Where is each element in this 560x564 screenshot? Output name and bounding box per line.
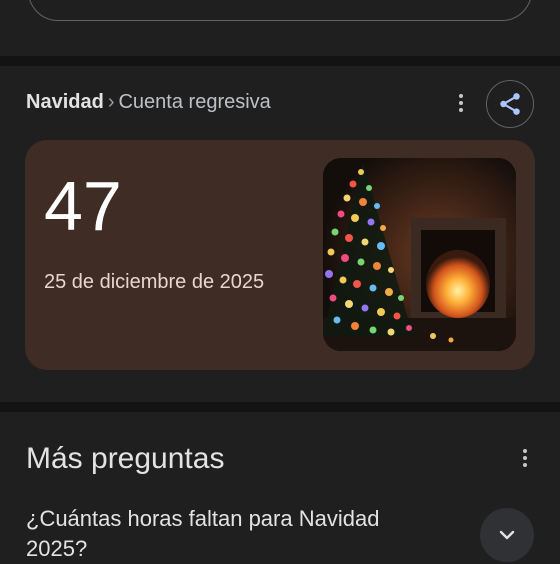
days-remaining: 47 <box>44 167 122 245</box>
question-item[interactable]: ¿Cuántas horas faltan para Navidad 2025? <box>26 504 446 564</box>
target-date: 25 de diciembre de 2025 <box>44 271 265 293</box>
breadcrumb-separator: › <box>107 91 115 113</box>
search-area <box>0 0 560 56</box>
breadcrumb-countdown[interactable]: Cuenta regresiva <box>118 91 270 113</box>
expand-question-button[interactable] <box>480 508 534 562</box>
more-questions-title: Más preguntas <box>26 442 225 475</box>
breadcrumb: Navidad › Cuenta regresiva <box>26 88 271 116</box>
share-icon <box>500 93 520 115</box>
more-options-icon[interactable] <box>451 89 471 117</box>
more-questions-options-icon[interactable] <box>515 444 535 472</box>
chevron-down-icon <box>499 530 515 540</box>
search-bar[interactable] <box>28 0 532 21</box>
share-button[interactable] <box>486 80 534 128</box>
christmas-tree-image <box>323 158 516 351</box>
breadcrumb-navidad[interactable]: Navidad <box>26 91 104 113</box>
section-divider <box>0 56 560 66</box>
section-divider-2 <box>0 402 560 412</box>
